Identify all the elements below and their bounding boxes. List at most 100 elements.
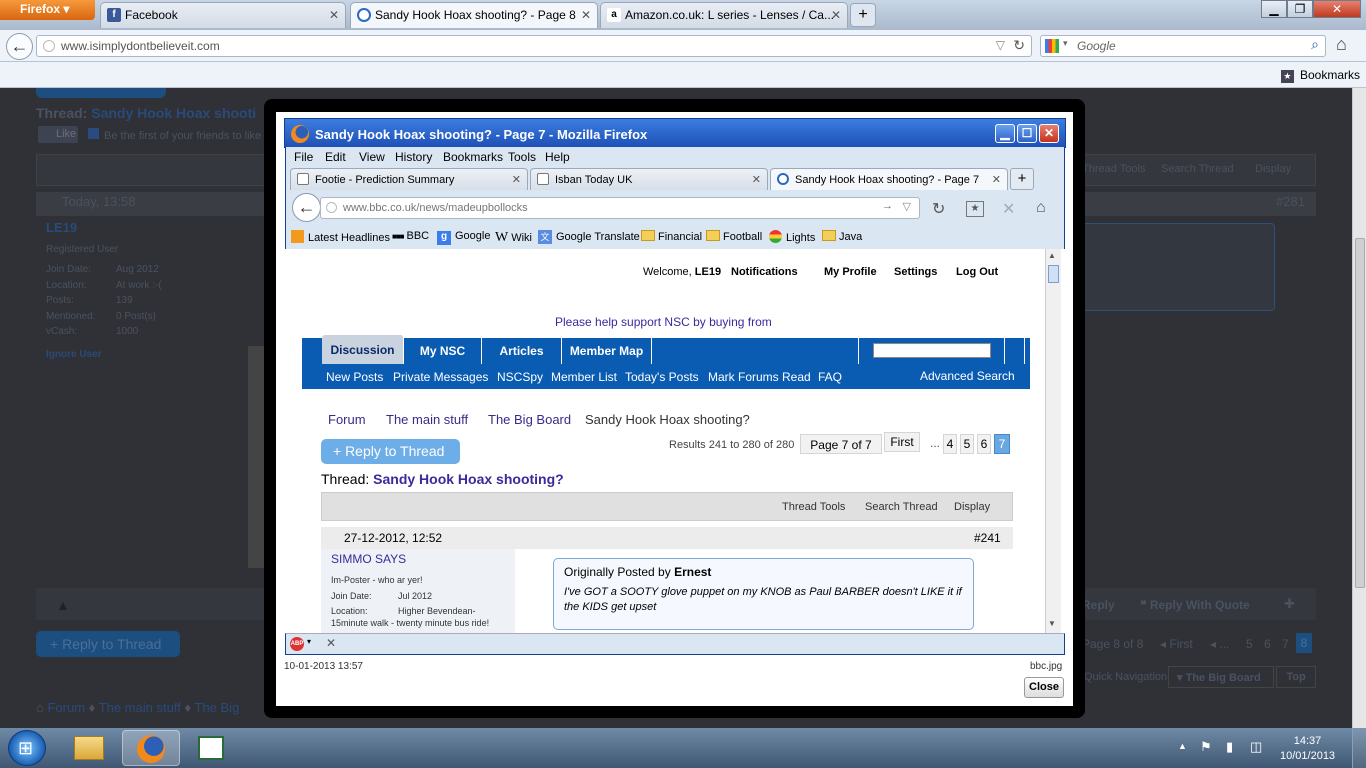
todays-posts-link[interactable]: Today's Posts: [625, 370, 699, 384]
bg-display[interactable]: Display: [1255, 163, 1291, 175]
bookmark-page-icon[interactable]: ★: [966, 201, 984, 217]
bookmark-bbc[interactable]: ■■■ BBC: [392, 230, 429, 242]
inner-tab-isban[interactable]: Isban Today UK ✕: [530, 168, 768, 190]
quote-author[interactable]: Ernest: [674, 565, 711, 579]
scroll-thumb[interactable]: [1355, 238, 1365, 588]
maximize-button[interactable]: ❐: [1287, 0, 1313, 18]
back-button[interactable]: ←: [6, 33, 33, 60]
post-username[interactable]: SIMMO SAYS: [331, 552, 406, 566]
bg-quick-nav-select[interactable]: ▾ The Big Board: [1168, 666, 1274, 688]
taskbar-clock[interactable]: 14:37 10/01/2013: [1280, 734, 1335, 764]
inner-scrollbar[interactable]: ▲ ▼: [1045, 249, 1061, 633]
nscspy-link[interactable]: NSCSpy: [497, 370, 543, 384]
inner-back-button[interactable]: ←: [292, 193, 321, 222]
close-icon[interactable]: ✕: [752, 173, 761, 186]
close-icon[interactable]: ✕: [512, 173, 521, 186]
bookmark-java[interactable]: Java: [822, 230, 862, 243]
support-text[interactable]: Please help support NSC by buying from: [555, 315, 772, 329]
crumb-big-board[interactable]: The Big Board: [488, 412, 571, 427]
screenshot-close-button[interactable]: ✕: [1039, 124, 1059, 143]
bg-pager-current[interactable]: 8: [1296, 633, 1312, 653]
bg-top-button[interactable]: Top: [1276, 666, 1316, 688]
bg-thread-name[interactable]: Sandy Hook Hoax shooti: [91, 105, 256, 121]
battery-icon[interactable]: ▮: [1226, 739, 1233, 755]
scroll-down-icon[interactable]: ▼: [1048, 619, 1056, 628]
post-number[interactable]: #241: [974, 531, 1001, 545]
scroll-thumb[interactable]: [1048, 265, 1059, 283]
search-input[interactable]: ▾ Google ⌕: [1040, 35, 1326, 57]
dropdown-icon[interactable]: ▽: [996, 38, 1005, 52]
dropdown-icon[interactable]: ▾: [307, 637, 311, 646]
tab-member-map[interactable]: Member Map: [562, 338, 652, 364]
bg-reply-button[interactable]: Reply: [1082, 598, 1115, 612]
search-engine-dropdown-icon[interactable]: ▾: [1063, 38, 1068, 49]
inner-new-tab-button[interactable]: +: [1010, 168, 1034, 190]
reply-to-thread-button[interactable]: + Reply to Thread: [321, 439, 460, 464]
start-button[interactable]: ⊞: [8, 730, 46, 766]
firefox-menu-button[interactable]: Firefox ▾: [0, 0, 95, 20]
bg-username[interactable]: LE19: [46, 220, 77, 235]
taskbar-explorer[interactable]: [64, 730, 114, 766]
bookmarks-button[interactable]: ★ Bookmarks: [1280, 68, 1360, 83]
close-icon[interactable]: ✕: [831, 8, 841, 22]
inner-url-bar[interactable]: www.bbc.co.uk/news/madeupbollocks → ▽: [320, 197, 920, 219]
taskbar-firefox[interactable]: [122, 730, 180, 766]
private-messages-link[interactable]: Private Messages: [393, 370, 488, 384]
new-posts-link[interactable]: New Posts: [326, 370, 383, 384]
warning-icon[interactable]: ▲: [56, 597, 70, 613]
lightbox-close-button[interactable]: Close: [1024, 677, 1064, 698]
pager-first[interactable]: First: [884, 432, 920, 452]
dropdown-icon[interactable]: ▽: [903, 200, 911, 213]
bg-reply-quote-button[interactable]: ❝ Reply With Quote: [1140, 598, 1250, 612]
action-center-icon[interactable]: ⚑: [1200, 739, 1212, 755]
bg-ignore-user[interactable]: Ignore User: [46, 349, 102, 360]
crumb-forum[interactable]: Forum: [328, 412, 366, 427]
adblock-icon[interactable]: ABP: [290, 637, 304, 651]
thread-name[interactable]: Sandy Hook Hoax shooting?: [373, 471, 564, 487]
search-icon[interactable]: ⌕: [1311, 36, 1319, 53]
reload-icon[interactable]: ↻: [932, 199, 945, 219]
window-close-button[interactable]: ✕: [1313, 0, 1361, 18]
bg-pager-prev[interactable]: ◂ ...: [1210, 637, 1229, 651]
bg-search-thread[interactable]: Search Thread: [1161, 163, 1234, 175]
pager-page[interactable]: 6: [977, 434, 991, 454]
bg-pager-first[interactable]: ◂ First: [1160, 637, 1193, 651]
go-arrow-icon[interactable]: →: [882, 200, 893, 212]
multi-quote-icon[interactable]: ✚: [1284, 596, 1295, 612]
bg-reply-to-thread[interactable]: + Reply to Thread: [36, 631, 180, 657]
new-tab-button[interactable]: +: [850, 3, 876, 27]
inner-tab-footie[interactable]: Footie - Prediction Summary ✕: [290, 168, 528, 190]
bg-like-button[interactable]: Like: [38, 126, 78, 143]
minimize-button[interactable]: ▁: [1261, 0, 1287, 18]
pager-current[interactable]: 7: [994, 434, 1010, 454]
home-icon[interactable]: ⌂: [1036, 199, 1046, 217]
display-menu[interactable]: Display: [954, 501, 990, 513]
menu-history[interactable]: History: [395, 150, 432, 164]
home-icon[interactable]: ⌂: [1336, 34, 1347, 55]
welcome-username[interactable]: LE19: [695, 266, 721, 278]
thread-tools-menu[interactable]: Thread Tools: [782, 501, 845, 513]
bg-crumb[interactable]: Forum: [47, 700, 85, 715]
bg-post-number[interactable]: #281: [1276, 194, 1305, 209]
my-profile-link[interactable]: My Profile: [824, 266, 877, 278]
settings-link[interactable]: Settings: [894, 266, 937, 278]
menu-bookmarks[interactable]: Bookmarks: [443, 150, 503, 164]
bg-pager-page[interactable]: 6: [1264, 637, 1271, 651]
menu-edit[interactable]: Edit: [325, 150, 346, 164]
log-out-link[interactable]: Log Out: [956, 266, 998, 278]
bg-pager-pages[interactable]: 5 6 7: [1246, 637, 1289, 651]
close-icon[interactable]: ✕: [326, 636, 336, 650]
reload-icon[interactable]: ↻: [1013, 37, 1025, 54]
bg-pager-page[interactable]: 7: [1282, 637, 1289, 651]
bg-crumb[interactable]: The Big: [195, 700, 240, 715]
nsc-search-input[interactable]: [873, 343, 991, 358]
bg-thread-tools[interactable]: Thread Tools: [1082, 163, 1145, 175]
taskbar-app[interactable]: [186, 730, 236, 766]
bookmark-financial[interactable]: Financial: [641, 230, 702, 243]
url-bar[interactable]: www.isimplydontbelieveit.com ▽ ↻: [36, 35, 1032, 57]
bookmark-wiki[interactable]: W Wiki: [495, 230, 532, 246]
tab-articles[interactable]: Articles: [482, 338, 562, 364]
crumb-main-stuff[interactable]: The main stuff: [386, 412, 468, 427]
menu-tools[interactable]: Tools: [508, 150, 536, 164]
tray-expand-icon[interactable]: ▲: [1178, 741, 1187, 751]
